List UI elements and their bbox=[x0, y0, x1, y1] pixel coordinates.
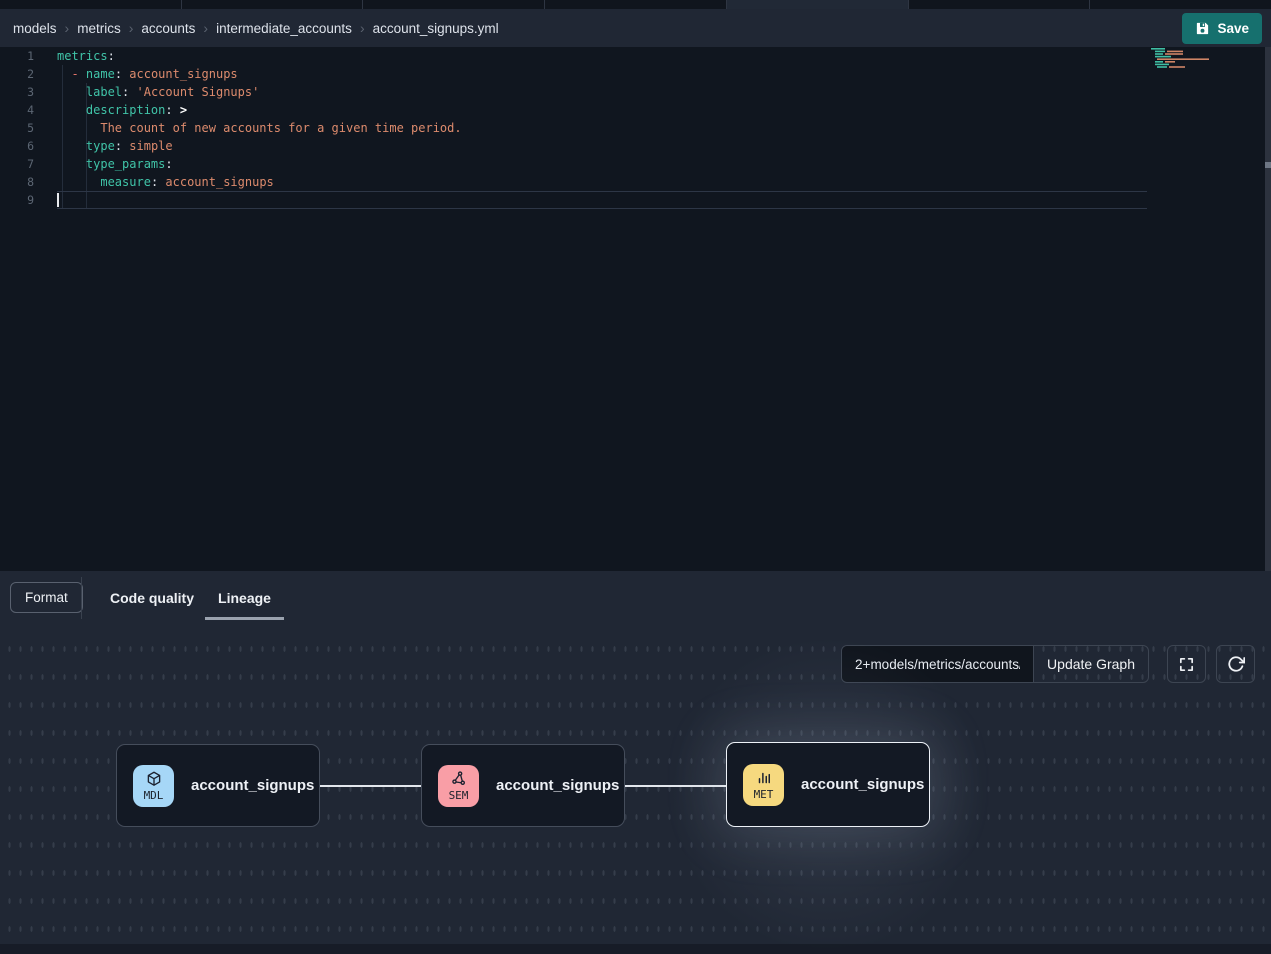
line-number: 9 bbox=[0, 191, 34, 209]
breadcrumb-chevron-icon: › bbox=[360, 20, 365, 36]
minimap[interactable] bbox=[1151, 48, 1215, 77]
topbar: models › metrics › accounts › intermediate_acc… bbox=[0, 9, 1271, 47]
text-cursor bbox=[57, 193, 59, 207]
tab-code-quality[interactable]: Code quality bbox=[103, 571, 201, 625]
bar-chart-icon bbox=[755, 769, 773, 787]
line-number: 4 bbox=[0, 101, 34, 119]
code-lines: 1metrics:2 - name: account_signups3 labe… bbox=[0, 47, 1259, 209]
line-number: 2 bbox=[0, 65, 34, 83]
update-graph-button[interactable]: Update Graph bbox=[1033, 646, 1148, 682]
node-label: account_signups bbox=[496, 777, 619, 794]
bottom-panel: Format Code quality Lineage Update Graph bbox=[0, 571, 1271, 954]
code-line[interactable]: 3 label: 'Account Signups' bbox=[0, 83, 1259, 101]
code-line[interactable]: 5 The count of new accounts for a given … bbox=[0, 119, 1259, 137]
tab-divider bbox=[81, 577, 82, 619]
breadcrumb-chevron-icon: › bbox=[203, 20, 208, 36]
bottom-edge bbox=[0, 944, 1271, 954]
metric-badge: MET bbox=[743, 764, 784, 806]
editor-tab-2[interactable] bbox=[182, 0, 364, 9]
node-label: account_signups bbox=[801, 776, 924, 793]
lineage-edge bbox=[625, 785, 727, 787]
editor-tab-6[interactable] bbox=[909, 0, 1091, 9]
line-number: 5 bbox=[0, 119, 34, 137]
code-line[interactable]: 1metrics: bbox=[0, 47, 1259, 65]
lineage-node-model[interactable]: MDL account_signups bbox=[116, 744, 320, 827]
cube-icon bbox=[145, 770, 163, 788]
breadcrumb-item[interactable]: intermediate_accounts bbox=[216, 21, 352, 36]
selector-group: Update Graph bbox=[841, 645, 1149, 683]
editor-tab-4[interactable] bbox=[545, 0, 727, 9]
badge-label: MDL bbox=[144, 790, 164, 801]
lineage-selector-input[interactable] bbox=[842, 646, 1033, 682]
fullscreen-button[interactable] bbox=[1167, 645, 1206, 683]
lineage-node-metric[interactable]: MET account_signups bbox=[726, 742, 930, 827]
fullscreen-icon bbox=[1178, 656, 1195, 673]
scrollbar-mark bbox=[1265, 162, 1271, 168]
code-line[interactable]: 7 type_params: bbox=[0, 155, 1259, 173]
floppy-disk-icon bbox=[1195, 21, 1210, 36]
breadcrumb-item[interactable]: account_signups.yml bbox=[373, 21, 499, 36]
editor-tab-5-active[interactable] bbox=[727, 0, 909, 9]
ide-window: models › metrics › accounts › intermediate_acc… bbox=[0, 0, 1271, 954]
badge-label: MET bbox=[754, 789, 774, 800]
line-number: 6 bbox=[0, 137, 34, 155]
editor-scrollbar[interactable] bbox=[1265, 47, 1271, 571]
breadcrumb-chevron-icon: › bbox=[65, 20, 70, 36]
breadcrumb-item[interactable]: accounts bbox=[141, 21, 195, 36]
lineage-node-semantic-model[interactable]: SEM account_signups bbox=[421, 744, 625, 827]
lineage-graph[interactable]: Update Graph bbox=[0, 625, 1271, 954]
editor-tab-strip bbox=[0, 0, 1271, 9]
line-number: 3 bbox=[0, 83, 34, 101]
breadcrumb-chevron-icon: › bbox=[129, 20, 134, 36]
line-number: 7 bbox=[0, 155, 34, 173]
semantic-model-badge: SEM bbox=[438, 765, 479, 807]
save-button-label: Save bbox=[1217, 21, 1249, 36]
refresh-button[interactable] bbox=[1216, 645, 1255, 683]
panel-tab-bar: Format Code quality Lineage bbox=[0, 571, 1271, 625]
code-line[interactable]: 2 - name: account_signups bbox=[0, 65, 1259, 83]
model-badge: MDL bbox=[133, 765, 174, 807]
breadcrumb-item[interactable]: metrics bbox=[77, 21, 121, 36]
editor-tab-1[interactable] bbox=[0, 0, 182, 9]
active-tab-underline bbox=[205, 617, 284, 620]
editor-tab-3[interactable] bbox=[363, 0, 545, 9]
code-editor[interactable]: 1metrics:2 - name: account_signups3 labe… bbox=[0, 47, 1271, 571]
save-button[interactable]: Save bbox=[1182, 13, 1262, 44]
editor-tab-7[interactable] bbox=[1090, 0, 1271, 9]
code-line[interactable]: 8 measure: account_signups bbox=[0, 173, 1259, 191]
network-icon bbox=[450, 770, 468, 788]
lineage-edge bbox=[320, 785, 421, 787]
code-line[interactable]: 4 description: > bbox=[0, 101, 1259, 119]
current-line-highlight bbox=[57, 191, 1147, 209]
breadcrumb: models › metrics › accounts › intermediate_acc… bbox=[13, 20, 499, 36]
line-number: 1 bbox=[0, 47, 34, 65]
node-label: account_signups bbox=[191, 777, 314, 794]
code-line[interactable]: 6 type: simple bbox=[0, 137, 1259, 155]
badge-label: SEM bbox=[449, 790, 469, 801]
breadcrumb-item[interactable]: models bbox=[13, 21, 57, 36]
lineage-controls: Update Graph bbox=[841, 645, 1255, 683]
format-button[interactable]: Format bbox=[10, 582, 83, 613]
refresh-icon bbox=[1227, 655, 1245, 673]
line-number: 8 bbox=[0, 173, 34, 191]
